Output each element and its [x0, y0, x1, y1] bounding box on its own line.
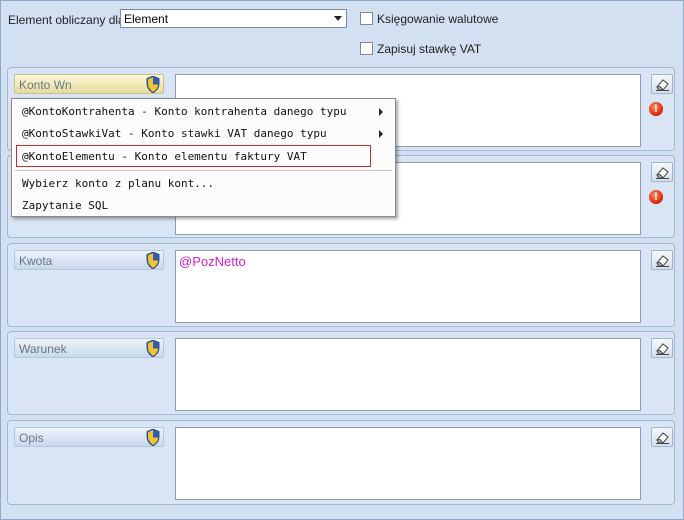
error-icon: !: [649, 190, 663, 204]
opis-label: Opis: [19, 431, 44, 445]
kwota-editor[interactable]: @PozNetto: [175, 250, 641, 323]
submenu-arrow-icon: [379, 108, 383, 116]
warunek-label: Warunek: [19, 342, 67, 356]
eraser-icon: [656, 343, 669, 355]
eraser-icon: [656, 255, 669, 267]
warunek-button[interactable]: Warunek: [14, 338, 164, 358]
opis-editor[interactable]: [175, 427, 641, 500]
element-label: Element obliczany dla:: [8, 13, 129, 27]
warunek-editor[interactable]: [175, 338, 641, 411]
menu-item-label: @KontoStawkiVat - Konto stawki VAT daneg…: [22, 127, 327, 140]
element-select[interactable]: Element: [120, 9, 347, 28]
menu-item-konto-stawki-vat[interactable]: @KontoStawkiVat - Konto stawki VAT daneg…: [14, 122, 393, 144]
kwota-button[interactable]: Kwota: [14, 250, 164, 270]
menu-item-konto-elementu[interactable]: @KontoElementu - Konto elementu faktury …: [16, 145, 371, 167]
submenu-arrow-icon: [379, 130, 383, 138]
kwota-label: Kwota: [19, 254, 53, 268]
dialog-frame: Element obliczany dla: Element Księgowan…: [0, 0, 684, 520]
kwota-value: @PozNetto: [179, 254, 246, 269]
konto-ma-clear-button[interactable]: [651, 162, 673, 182]
error-icon: !: [649, 102, 663, 116]
element-select-value: Element: [124, 12, 169, 26]
vat-rate-checkbox-label: Zapisuj stawkę VAT: [377, 42, 482, 56]
section-kwota: Kwota @PozNetto: [7, 243, 675, 327]
menu-item-zapytanie-sql[interactable]: Zapytanie SQL: [14, 194, 393, 216]
uac-shield-icon: [146, 252, 160, 269]
currency-checkbox[interactable]: [360, 12, 373, 25]
menu-item-label: Wybierz konto z planu kont...: [22, 177, 215, 190]
warunek-clear-button[interactable]: [651, 338, 673, 358]
menu-item-label: Zapytanie SQL: [22, 199, 109, 212]
currency-checkbox-label: Księgowanie walutowe: [377, 12, 499, 26]
uac-shield-icon: [146, 76, 160, 93]
opis-button[interactable]: Opis: [14, 427, 164, 447]
menu-item-konto-kontrahenta[interactable]: @KontoKontrahenta - Konto kontrahenta da…: [14, 100, 393, 122]
eraser-icon: [656, 167, 669, 179]
konto-wn-button[interactable]: Konto Wn: [14, 74, 164, 94]
menu-item-label: @KontoElementu - Konto elementu faktury …: [22, 150, 307, 163]
opis-clear-button[interactable]: [651, 427, 673, 447]
uac-shield-icon: [146, 340, 160, 357]
vat-rate-checkbox[interactable]: [360, 42, 373, 55]
kwota-clear-button[interactable]: [651, 250, 673, 270]
konto-wn-label: Konto Wn: [19, 78, 72, 92]
section-warunek: Warunek: [7, 331, 675, 415]
section-opis: Opis: [7, 420, 675, 505]
context-menu: @KontoKontrahenta - Konto kontrahenta da…: [11, 98, 396, 217]
eraser-icon: [656, 79, 669, 91]
menu-item-label: @KontoKontrahenta - Konto kontrahenta da…: [22, 105, 347, 118]
eraser-icon: [656, 432, 669, 444]
menu-item-plan-kont[interactable]: Wybierz konto z planu kont...: [14, 172, 393, 194]
menu-separator: [15, 170, 392, 171]
chevron-down-icon: [334, 16, 342, 21]
uac-shield-icon: [146, 429, 160, 446]
konto-wn-clear-button[interactable]: [651, 74, 673, 94]
